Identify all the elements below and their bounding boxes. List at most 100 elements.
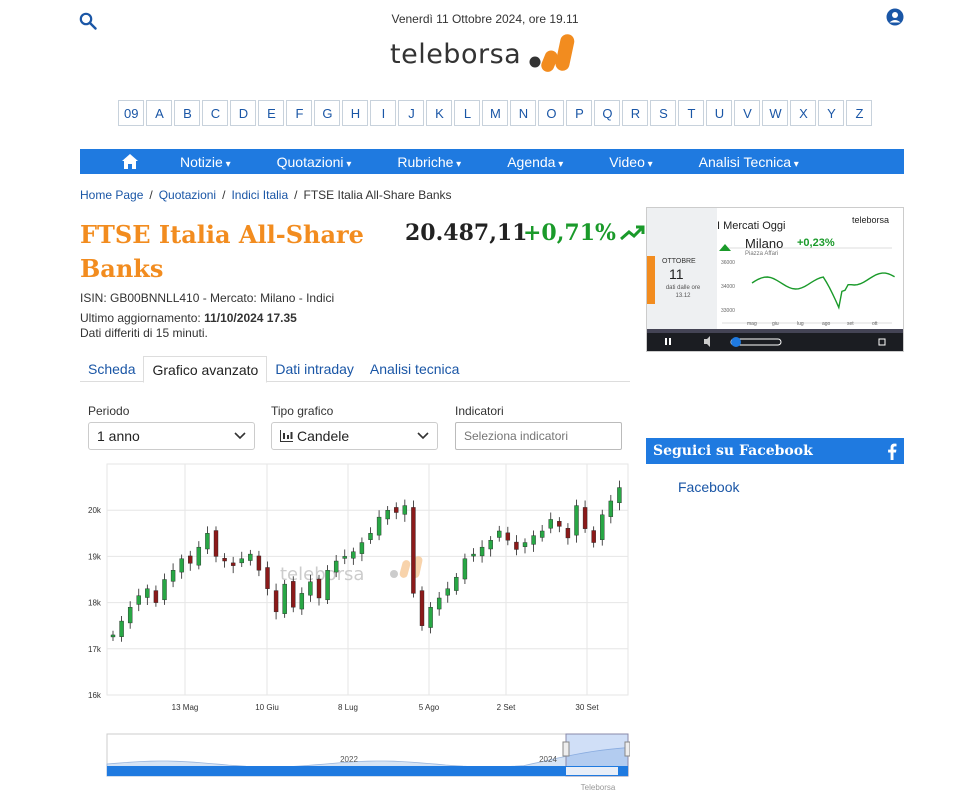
alpha-key-p[interactable]: P [566, 100, 593, 126]
isin-line: ISIN: GB00BNNLL410 - Mercato: Milano - I… [80, 291, 335, 305]
breadcrumb-home[interactable]: Home Page [80, 188, 143, 202]
update-label: Ultimo aggiornamento: [80, 311, 205, 325]
candle-body [230, 562, 236, 566]
nav-notizie[interactable]: Notizie [180, 154, 231, 170]
candle-body [162, 579, 167, 601]
video-player[interactable]: I Mercati Oggi teleborsa Milano +0,23% P… [646, 207, 904, 352]
y-tick-label: 16k [88, 691, 102, 700]
alpha-key-z[interactable]: Z [846, 100, 873, 126]
candle-body [256, 555, 262, 571]
delay-note: Dati differiti di 15 minuti. [80, 326, 208, 340]
video-title: I Mercati Oggi [717, 220, 786, 232]
watermark-dot-icon [390, 570, 398, 578]
alpha-key-c[interactable]: C [202, 100, 229, 126]
candle-body [179, 558, 184, 573]
alpha-key-k[interactable]: K [426, 100, 453, 126]
alphabet-index: 09 A B C D E F G H I J K L M N O P Q R S T U V W X Y Z [118, 100, 873, 126]
alpha-key-l[interactable]: L [454, 100, 481, 126]
candle-body [273, 590, 279, 613]
nav-video[interactable]: Video [609, 154, 652, 170]
alpha-key-e[interactable]: E [258, 100, 285, 126]
breadcrumb: Home Page / Quotazioni / Indici Italia / FT… [80, 188, 452, 202]
tab-scheda[interactable]: Scheda [80, 356, 143, 381]
alpha-key-o[interactable]: O [538, 100, 565, 126]
nav-rubriche[interactable]: Rubriche [397, 154, 461, 170]
breadcrumb-sep: / [222, 188, 226, 202]
breadcrumb-indici[interactable]: Indici Italia [231, 188, 288, 202]
periodo-select[interactable]: 1 anno [88, 422, 255, 450]
alpha-key-w[interactable]: W [762, 100, 789, 126]
tipo-value-wrap: Candele [280, 428, 349, 444]
facebook-link[interactable]: Facebook [678, 479, 739, 495]
candle-body [282, 583, 287, 614]
price-chart[interactable]: 16k 17k 18k 19k 20k 13 Mag 10 Giu 8 Lug 5 Ago 2 S… [80, 460, 630, 800]
candle-body [308, 581, 313, 596]
navigator-year-label: 2022 [340, 755, 358, 764]
alpha-key-m[interactable]: M [482, 100, 509, 126]
tipo-grafico-select[interactable]: Candele [271, 422, 438, 450]
nav-agenda[interactable]: Agenda [507, 154, 563, 170]
price-change: +0,71% [523, 220, 646, 246]
facebook-icon[interactable] [887, 443, 897, 460]
alpha-key-n[interactable]: N [510, 100, 537, 126]
home-icon [122, 154, 138, 169]
alpha-key-s[interactable]: S [650, 100, 677, 126]
navigator-handle-right [624, 741, 630, 757]
candle-body [316, 578, 322, 599]
tab-analisi-tecnica[interactable]: Analisi tecnica [362, 356, 468, 381]
alpha-key-r[interactable]: R [622, 100, 649, 126]
tab-dati-intraday[interactable]: Dati intraday [267, 356, 362, 381]
page-title: FTSE Italia All-Share Banks [80, 220, 364, 283]
breadcrumb-sep: / [149, 188, 153, 202]
user-account-icon[interactable] [886, 8, 904, 26]
candle-body [385, 510, 390, 520]
alpha-key-b[interactable]: B [174, 100, 201, 126]
video-day: 11 [669, 266, 684, 282]
candle-body [428, 607, 433, 628]
candle-body [359, 542, 365, 554]
periodo-label: Periodo [88, 404, 130, 418]
nav-quotazioni[interactable]: Quotazioni [277, 154, 352, 170]
candle-body [600, 514, 605, 540]
candle-body [291, 581, 296, 608]
nav-analisi-tecnica[interactable]: Analisi Tecnica [699, 154, 799, 170]
alpha-key-09[interactable]: 09 [118, 100, 145, 126]
alpha-key-a[interactable]: A [146, 100, 173, 126]
alpha-key-d[interactable]: D [230, 100, 257, 126]
home-link[interactable] [80, 154, 180, 169]
candle-body [239, 558, 244, 564]
candle-body [617, 487, 622, 504]
candle-body [222, 558, 227, 562]
alpha-key-v[interactable]: V [734, 100, 761, 126]
tab-bar: Scheda Grafico avanzato Dati intraday An… [80, 356, 630, 383]
breadcrumb-quotazioni[interactable]: Quotazioni [159, 188, 216, 202]
site-logo[interactable]: teleborsa [390, 34, 581, 74]
alpha-key-i[interactable]: I [370, 100, 397, 126]
tipo-value: Candele [297, 428, 350, 444]
navigator-handle-left [562, 741, 570, 757]
candle-body [333, 560, 339, 573]
alpha-key-h[interactable]: H [342, 100, 369, 126]
alpha-key-x[interactable]: X [790, 100, 817, 126]
alpha-key-t[interactable]: T [678, 100, 705, 126]
candle-body [539, 530, 545, 538]
alpha-key-y[interactable]: Y [818, 100, 845, 126]
indicatori-input[interactable] [455, 422, 622, 450]
candle-body [557, 521, 562, 527]
periodo-value: 1 anno [97, 428, 140, 444]
candle-body [110, 634, 116, 638]
candle-body [565, 528, 571, 539]
candle-body [522, 542, 528, 547]
navigator-scroll-thumb [566, 767, 618, 775]
alpha-key-g[interactable]: G [314, 100, 341, 126]
chart-credit: Teleborsa [581, 783, 616, 792]
tab-grafico-avanzato[interactable]: Grafico avanzato [143, 356, 268, 383]
video-y-tick: 36000 [721, 260, 735, 266]
alpha-key-u[interactable]: U [706, 100, 733, 126]
indicatori-label: Indicatori [455, 404, 504, 418]
alpha-key-q[interactable]: Q [594, 100, 621, 126]
alpha-key-f[interactable]: F [286, 100, 313, 126]
candle-body [213, 530, 219, 557]
alpha-key-j[interactable]: J [398, 100, 425, 126]
navigator-scrollbar [107, 766, 628, 776]
